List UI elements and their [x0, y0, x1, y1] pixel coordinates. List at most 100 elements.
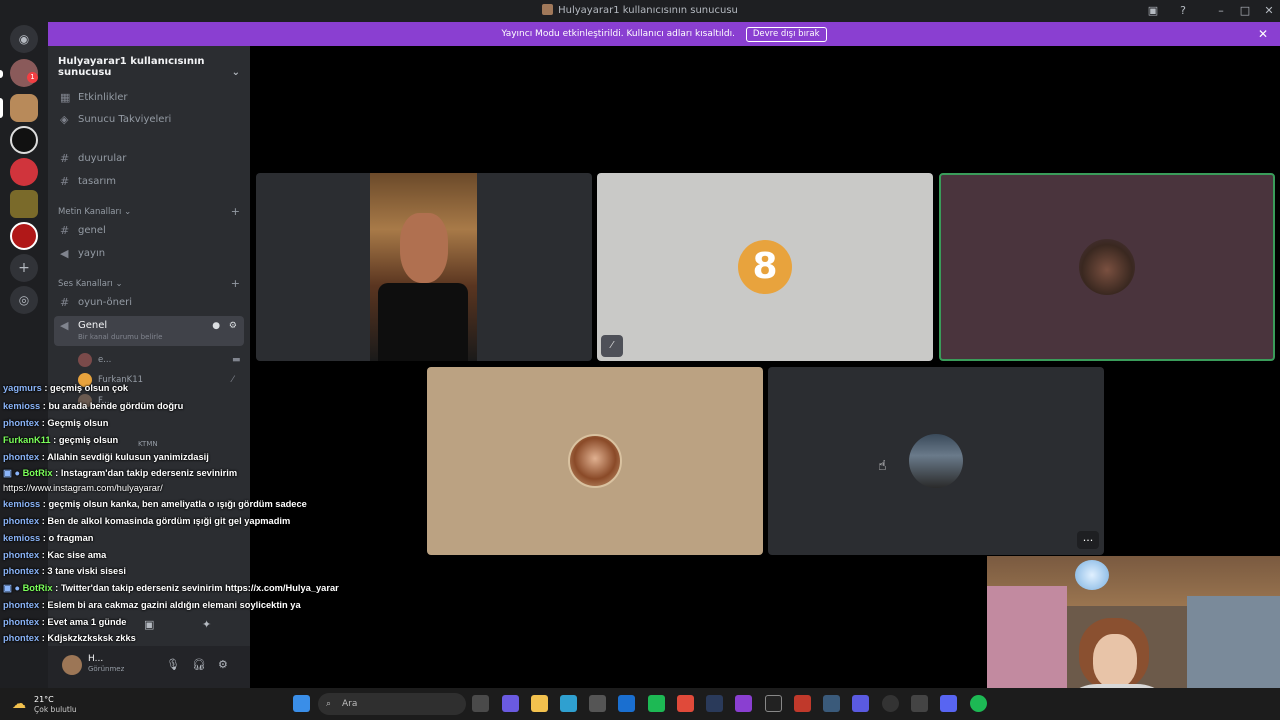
- camera-icon: ▬: [232, 355, 241, 365]
- store-icon[interactable]: [589, 695, 606, 712]
- channel-yayin[interactable]: ◀ yayın: [54, 244, 244, 264]
- avatar: [568, 434, 622, 488]
- user-panel: H... Görünmez 🎙︎ 🎧︎ ⚙: [48, 646, 250, 688]
- chat-line: ▣ ● BotRix : Twitter'dan takip ederseniz…: [3, 583, 339, 593]
- chat-line: phontex : Kac sise ama: [3, 550, 107, 560]
- microphone-icon[interactable]: 🎙︎: [166, 658, 180, 671]
- channel-genel[interactable]: # genel: [54, 221, 244, 241]
- voice-user-1[interactable]: e... ▬: [78, 351, 241, 369]
- maximize-button[interactable]: □: [1234, 2, 1256, 20]
- text-category[interactable]: Metin Kanalları ⌄ +: [58, 205, 244, 218]
- mouse-cursor-icon: ☝: [878, 458, 887, 474]
- add-server-icon[interactable]: +: [10, 254, 38, 282]
- server-icon-active[interactable]: [10, 94, 38, 122]
- chat-line: https://www.instagram.com/hulyayarar/: [3, 483, 163, 493]
- chat-line: kemioss : o fragman: [3, 533, 94, 543]
- server-icon-5[interactable]: [10, 222, 38, 250]
- avatar-tile-5[interactable]: ...: [768, 367, 1104, 555]
- settings-gear-icon[interactable]: ⚙: [218, 658, 228, 671]
- inbox-icon[interactable]: ▣: [1142, 2, 1164, 20]
- server-icon-3[interactable]: [10, 158, 38, 186]
- bot-badge-icon: ▣ ●: [3, 583, 20, 593]
- steam-icon[interactable]: [706, 695, 723, 712]
- hash-icon: #: [60, 175, 70, 188]
- close-window-button[interactable]: ✕: [1258, 2, 1280, 20]
- chat-line: phontex : Evet ama 1 günde: [3, 617, 127, 627]
- server-header[interactable]: Hulyayarar1 kullanıcısının sunucusu ⌄: [48, 46, 250, 78]
- soundboard-icon[interactable]: ✦: [202, 618, 211, 631]
- chat-line: FurkanK11 : geçmiş olsun: [3, 435, 119, 445]
- minimize-button[interactable]: –: [1210, 2, 1232, 20]
- camera-feed: [370, 173, 477, 361]
- hash-icon: #: [60, 296, 70, 309]
- app-icon-indigo[interactable]: [852, 695, 869, 712]
- close-banner-icon[interactable]: ✕: [1258, 22, 1268, 46]
- voice-channel-genel[interactable]: ◀ Genel Bir kanal durumu belirle ● ⚙: [54, 316, 244, 346]
- app-icon-blue[interactable]: [823, 695, 840, 712]
- discord-icon[interactable]: [940, 695, 957, 712]
- user-status: Görünmez: [88, 665, 125, 673]
- avatar-tile-2[interactable]: 8 ⁄: [597, 173, 933, 361]
- weather-desc[interactable]: Çok bulutlu: [34, 705, 77, 714]
- hash-icon: #: [60, 152, 70, 165]
- file-explorer-icon[interactable]: [531, 695, 548, 712]
- help-icon[interactable]: ?: [1172, 2, 1194, 20]
- channel-tasarim[interactable]: # tasarım: [54, 172, 244, 192]
- banner-text: Yayıncı Modu etkinleştirildi. Kullanıcı …: [501, 29, 735, 39]
- boosts-item[interactable]: ◈ Sunucu Takviyeleri: [54, 110, 244, 130]
- app-icon-red[interactable]: [794, 695, 811, 712]
- edge-icon[interactable]: [560, 695, 577, 712]
- avatar: [909, 434, 963, 488]
- chat-line: phontex : Allahin sevdiği kulusun yanimi…: [3, 452, 209, 462]
- channel-tools[interactable]: ● ⚙: [212, 316, 240, 336]
- muted-icon: ⁄: [232, 375, 234, 385]
- user-name: H...: [88, 654, 104, 664]
- taskbar-search[interactable]: ⌕ Ara: [318, 693, 466, 715]
- discord-home-icon[interactable]: ◉: [10, 25, 38, 53]
- more-options-icon[interactable]: ...: [1077, 531, 1099, 549]
- unread-pill: [0, 70, 3, 78]
- spotify-icon[interactable]: [970, 695, 987, 712]
- weather-icon[interactable]: ☁: [12, 696, 26, 712]
- chrome-icon[interactable]: [677, 695, 694, 712]
- chat-line: phontex : 3 tane viski sisesi: [3, 566, 126, 576]
- copilot-icon[interactable]: [502, 695, 519, 712]
- epic-games-icon[interactable]: [765, 695, 782, 712]
- avatar-tile-4[interactable]: [427, 367, 763, 555]
- video-tile-camera[interactable]: [256, 173, 592, 361]
- add-channel-icon[interactable]: +: [231, 205, 240, 218]
- chat-line: phontex : Kdjskzkzksksk zkks: [3, 633, 136, 643]
- app-icon-green[interactable]: [648, 695, 665, 712]
- discover-icon[interactable]: ◎: [10, 286, 38, 314]
- unread-badge: 1: [27, 72, 38, 83]
- start-button-icon[interactable]: [293, 695, 310, 712]
- calendar-icon: ▦: [60, 91, 71, 104]
- hash-icon: #: [60, 224, 70, 237]
- avatar-tile-3[interactable]: [939, 173, 1275, 361]
- add-voice-channel-icon[interactable]: +: [231, 277, 240, 290]
- weather-temp[interactable]: 21°C: [34, 695, 54, 704]
- streamer-mode-banner: Yayıncı Modu etkinleştirildi. Kullanıcı …: [48, 22, 1280, 46]
- voice-tag: KTMN: [138, 440, 158, 448]
- avatar: [1079, 239, 1135, 295]
- outlook-icon[interactable]: [618, 695, 635, 712]
- chat-line: phontex : Geçmiş olsun: [3, 418, 109, 428]
- obs-icon[interactable]: [882, 695, 899, 712]
- window-titlebar: Hulyayarar1 kullanıcısının sunucusu ▣ ? …: [0, 0, 1280, 22]
- headphones-icon[interactable]: 🎧︎: [192, 658, 206, 671]
- app-icon-purple[interactable]: [735, 695, 752, 712]
- app-icon-gray[interactable]: [911, 695, 928, 712]
- disable-streamer-mode-button[interactable]: Devre dışı bırak: [745, 27, 827, 42]
- chat-line: ▣ ● BotRix : Instagram'dan takip edersen…: [3, 468, 238, 478]
- activity-icon[interactable]: ▣: [144, 618, 154, 631]
- channel-status[interactable]: Bir kanal durumu belirle: [78, 331, 162, 343]
- task-view-icon[interactable]: [472, 695, 489, 712]
- server-icon-2[interactable]: [10, 126, 38, 154]
- boost-icon: ◈: [60, 113, 69, 126]
- voice-category[interactable]: Ses Kanalları ⌄ +: [58, 277, 244, 290]
- events-item[interactable]: ▦ Etkinlikler: [54, 88, 244, 108]
- avatar[interactable]: [62, 655, 82, 675]
- server-icon-4[interactable]: [10, 190, 38, 218]
- channel-duyurular[interactable]: # duyurular: [54, 149, 244, 169]
- voice-channel-oyun-oneri[interactable]: # oyun-öneri: [54, 293, 244, 313]
